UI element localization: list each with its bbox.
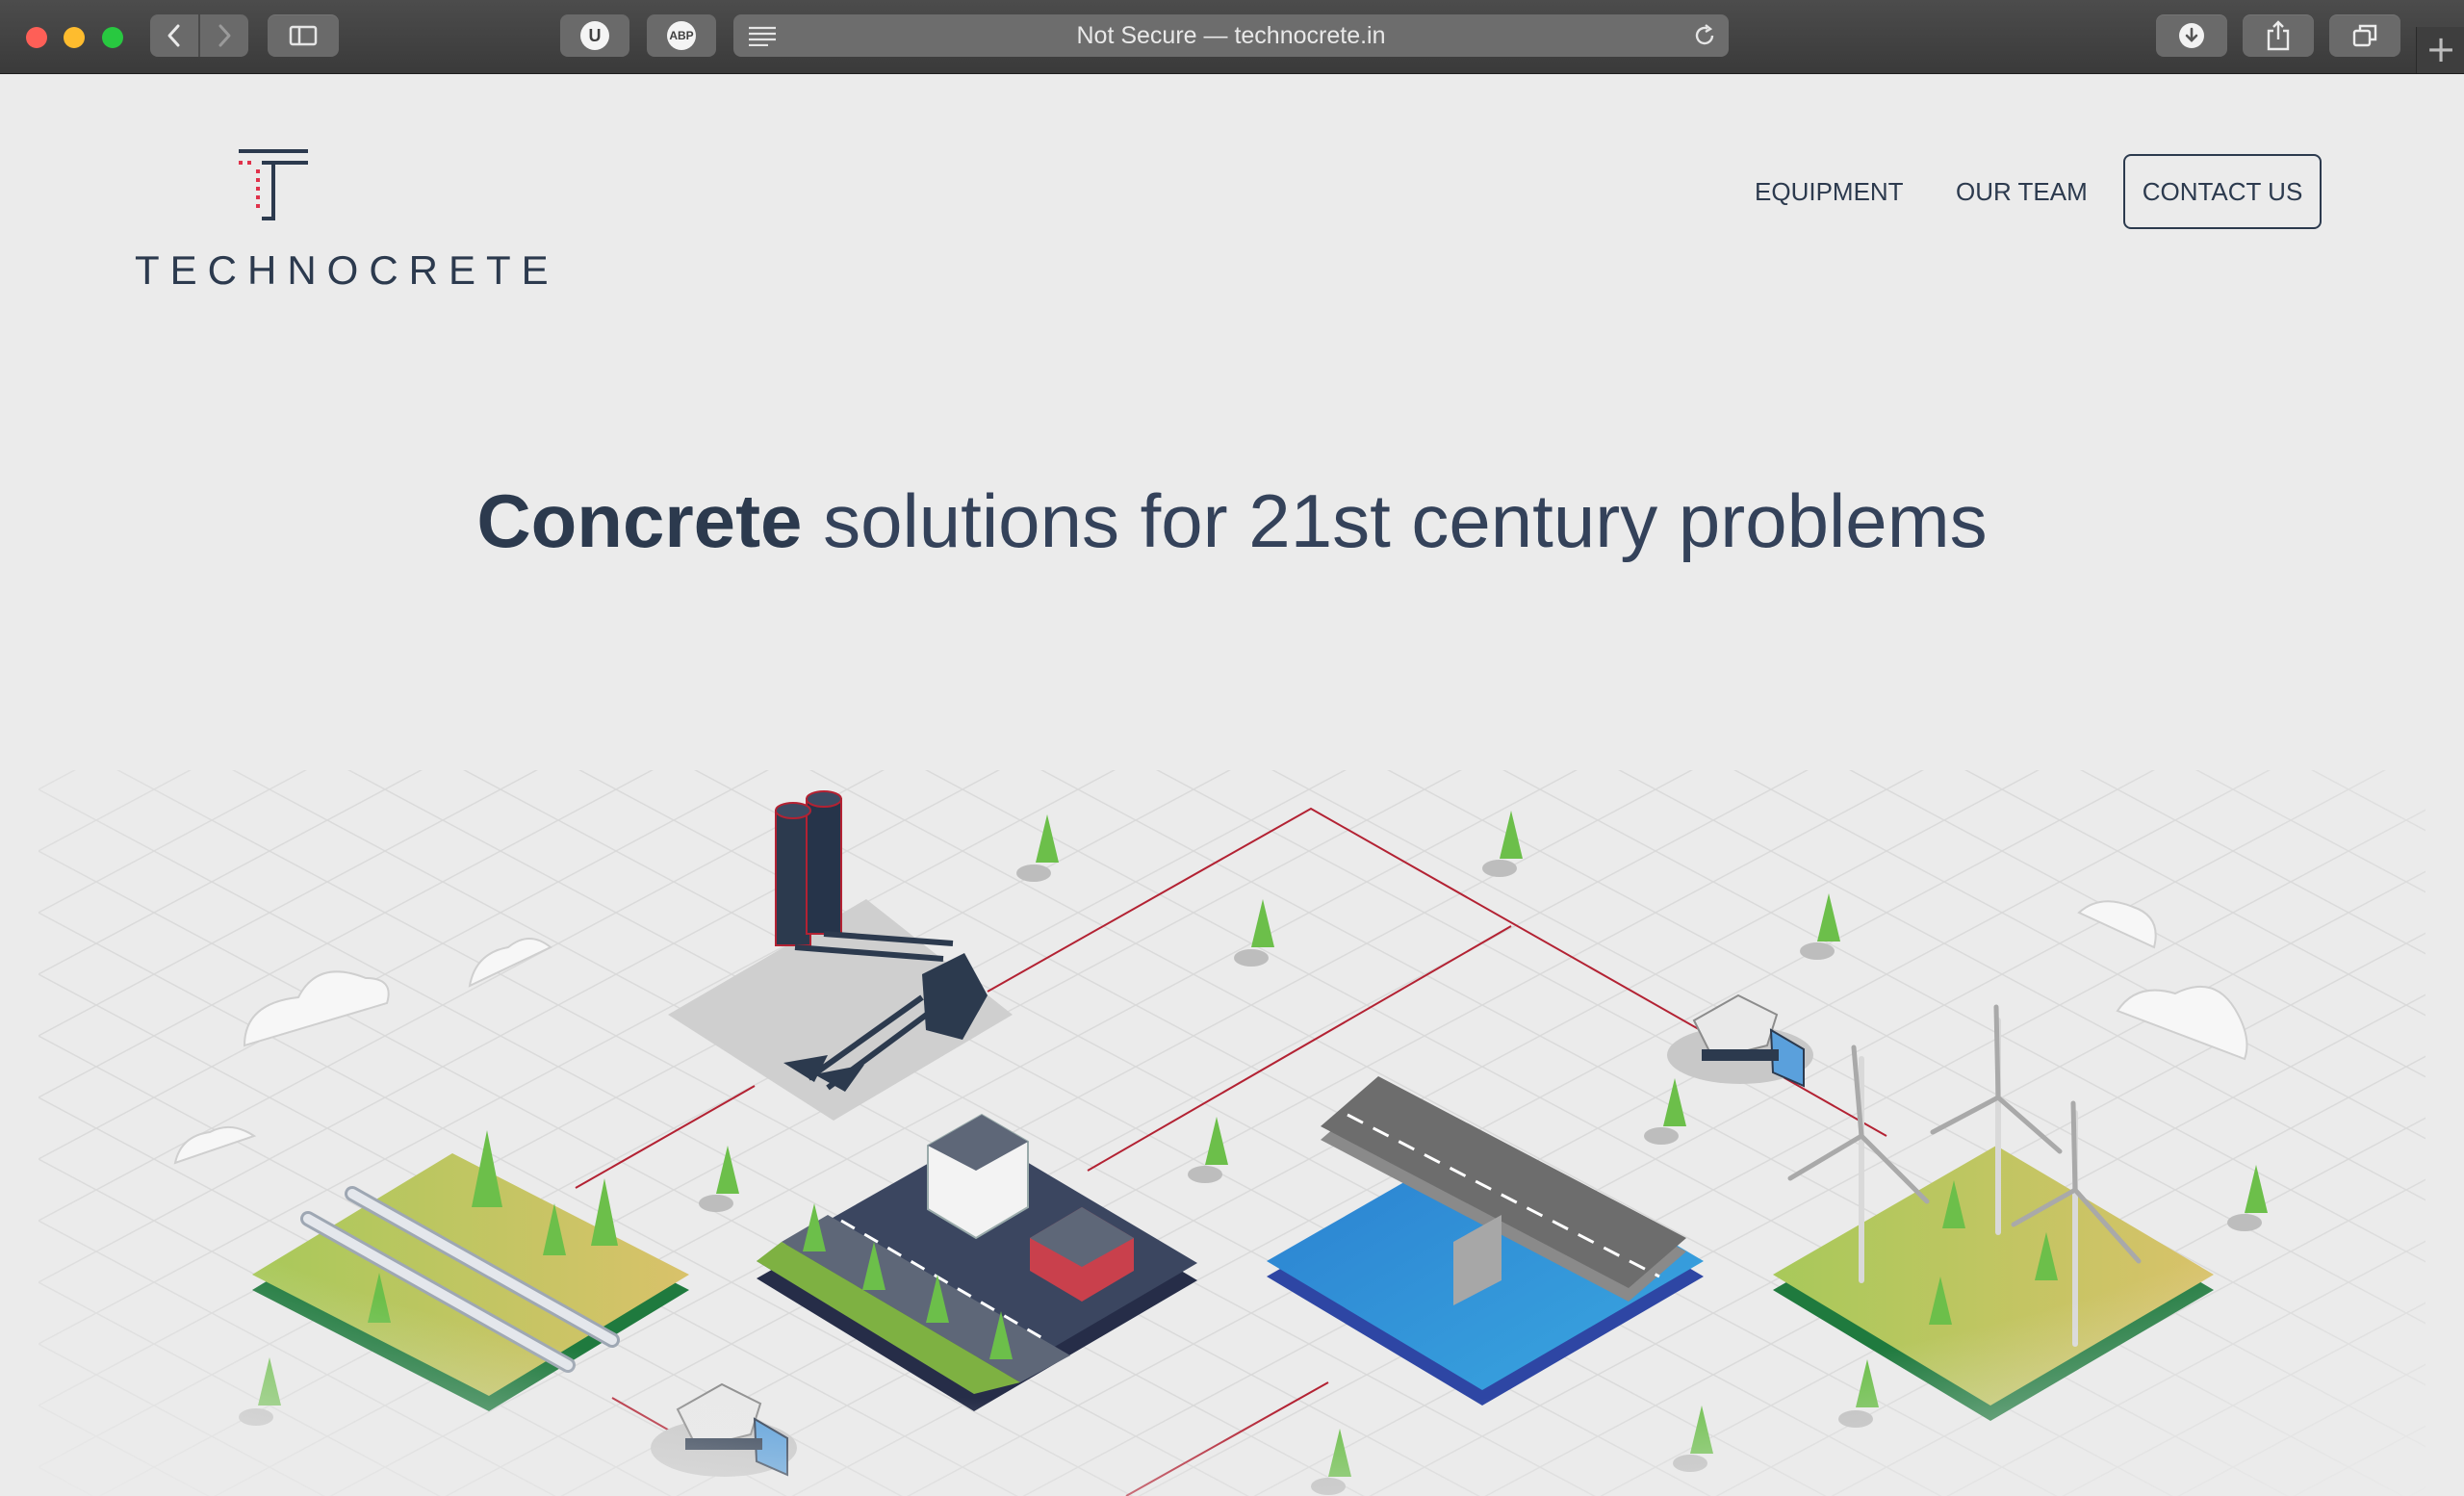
sidebar-icon xyxy=(289,25,318,46)
forward-button[interactable] xyxy=(200,14,248,57)
technocrete-logo-mark xyxy=(239,149,308,220)
tabs-overview-button[interactable] xyxy=(2329,14,2400,57)
back-button[interactable] xyxy=(150,14,198,57)
brand-name: TECHNOCRETE xyxy=(135,247,559,293)
isometric-city-illustration xyxy=(0,751,2464,1496)
reload-icon[interactable] xyxy=(1692,23,1717,48)
nav-our-team[interactable]: OUR TEAM xyxy=(1956,177,2088,207)
ublock-extension-button[interactable]: U xyxy=(560,14,629,57)
edge-fade xyxy=(0,751,2464,1496)
share-button[interactable] xyxy=(2243,14,2314,57)
nav-equipment[interactable]: EQUIPMENT xyxy=(1755,177,1904,207)
history-nav xyxy=(150,14,248,57)
ublock-icon: U xyxy=(580,21,609,50)
zoom-window-button[interactable] xyxy=(102,27,123,48)
download-icon xyxy=(2179,23,2204,48)
address-bar[interactable]: Not Secure — technocrete.in xyxy=(733,14,1729,57)
url-text: Not Secure — technocrete.in xyxy=(1076,22,1386,49)
chevron-right-icon xyxy=(218,24,231,47)
sidebar-button[interactable] xyxy=(268,14,339,57)
downloads-button[interactable] xyxy=(2156,14,2227,57)
contact-us-button[interactable]: CONTACT US xyxy=(2123,154,2322,229)
share-icon xyxy=(2267,20,2290,51)
chevron-left-icon xyxy=(167,24,180,47)
browser-toolbar: U ABP Not Secure — technocrete.in + xyxy=(0,0,2464,74)
new-tab-button[interactable]: + xyxy=(2416,27,2464,73)
hero-headline-rest: solutions for 21st century problems xyxy=(823,478,1988,563)
close-window-button[interactable] xyxy=(26,27,47,48)
adblock-icon: ABP xyxy=(667,21,696,50)
minimize-window-button[interactable] xyxy=(64,27,85,48)
hero-headline-bold: Concrete xyxy=(476,478,803,563)
tabs-icon xyxy=(2352,24,2377,47)
hero-headline: Concrete solutions for 21st century prob… xyxy=(0,477,2464,565)
adblock-extension-button[interactable]: ABP xyxy=(647,14,716,57)
